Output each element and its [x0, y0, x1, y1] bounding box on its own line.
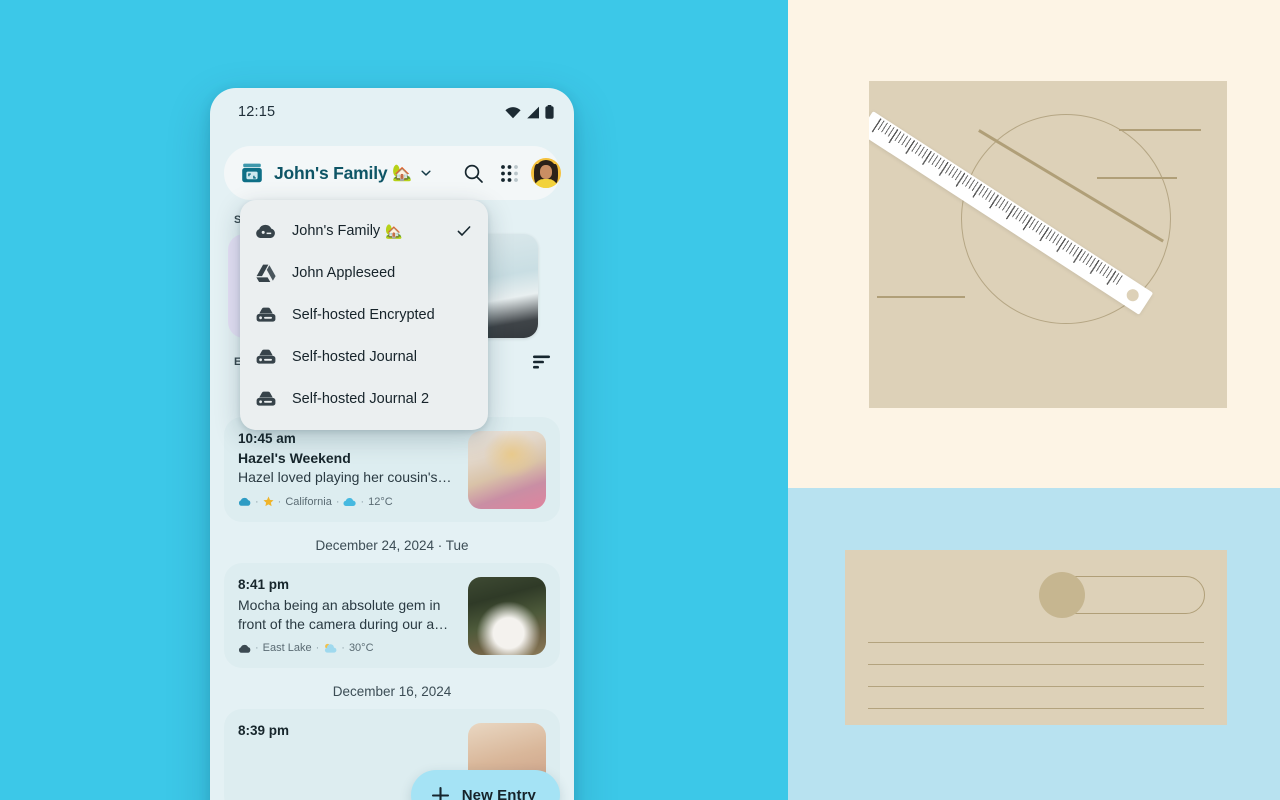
- search-button[interactable]: [455, 155, 491, 191]
- menu-item-john-appleseed[interactable]: John Appleseed: [240, 252, 488, 294]
- menu-item-self-hosted-encrypted[interactable]: Self-hosted Encrypted: [240, 294, 488, 336]
- menu-item-label: John's Family: [292, 223, 381, 239]
- cloud-synced-icon: [238, 497, 251, 506]
- entry-time: 8:41 pm: [238, 577, 290, 592]
- entry-body: Mocha being an absolute gem in front of …: [238, 597, 449, 632]
- entry-time: 8:39 pm: [238, 723, 290, 738]
- rule-line: [868, 708, 1204, 710]
- plus-icon: [431, 786, 449, 800]
- new-entry-button[interactable]: New Entry: [410, 770, 560, 800]
- meta-separator: ·: [255, 642, 259, 655]
- rule-line: [868, 686, 1204, 688]
- avatar[interactable]: [531, 158, 562, 188]
- menu-item-self-hosted-journal-2[interactable]: Self-hosted Journal 2: [240, 378, 488, 420]
- status-bar: 12:15: [210, 88, 574, 136]
- entry-time: 10:45 am: [238, 431, 296, 446]
- server-icon: [256, 391, 276, 406]
- journal-selector-menu: John's Family 🏡 John Appleseed Self-host…: [240, 200, 488, 430]
- entry-thumbnail[interactable]: [468, 577, 546, 655]
- sun-behind-cloud-icon: [325, 643, 337, 653]
- chevron-down-icon[interactable]: [419, 166, 433, 180]
- entry-thumbnail[interactable]: [468, 431, 546, 509]
- horizontal-line-shape: [1119, 129, 1201, 131]
- meta-separator: ·: [255, 495, 259, 508]
- check-icon: [457, 226, 471, 236]
- horizontal-line-shape: [1097, 177, 1177, 179]
- cellular-signal-icon: [527, 106, 539, 118]
- entry-meta: · East Lake · · 30°C: [238, 642, 456, 654]
- meta-separator: ·: [360, 495, 365, 508]
- rule-line: [868, 642, 1204, 644]
- server-icon: [256, 307, 276, 322]
- app-bar: John's Family 🏡: [224, 146, 562, 200]
- status-time: 12:15: [238, 104, 276, 120]
- entry-body: Hazel loved playing her cousin's…: [238, 469, 452, 485]
- home-emoji-icon: 🏡: [392, 165, 413, 182]
- rule-line: [868, 664, 1204, 666]
- ruler-hole: [1124, 286, 1141, 304]
- battery-icon: [545, 105, 554, 119]
- menu-item-label: Self-hosted Encrypted: [292, 307, 435, 323]
- menu-item-label: Self-hosted Journal 2: [292, 391, 430, 407]
- entry-location: East Lake: [262, 642, 312, 655]
- sort-icon[interactable]: [532, 354, 552, 370]
- google-drive-icon: [256, 264, 276, 282]
- meta-separator: ·: [341, 642, 345, 655]
- entry-card[interactable]: 10:45 am Hazel's Weekend Hazel loved pla…: [224, 417, 560, 522]
- menu-item-self-hosted-journal[interactable]: Self-hosted Journal: [240, 336, 488, 378]
- cloud-icon: [256, 224, 275, 238]
- decorative-panels: [788, 0, 1280, 800]
- note-panel-wrap: [788, 488, 1280, 800]
- toggle-knob-shape: [1039, 572, 1085, 618]
- meta-separator: ·: [315, 642, 320, 655]
- date-header: December 24, 2024 · Tue: [315, 538, 469, 553]
- entry-temperature: 30°C: [348, 642, 374, 655]
- entry-card[interactable]: 8:41 pm Mocha being an absolute gem in f…: [224, 563, 560, 668]
- ruler-illustration-card: [869, 81, 1227, 408]
- meta-separator: ·: [335, 495, 340, 508]
- horizontal-line-shape: [877, 296, 965, 298]
- entry-list: December 30, 2024 · Mon 10:45 am Hazel's…: [210, 376, 574, 800]
- phone-mockup: 12:15 John's Family 🏡 10:45 am Hazel's W…: [210, 88, 574, 800]
- home-emoji-icon: 🏡: [385, 222, 403, 239]
- entry-title: Hazel's Weekend: [238, 450, 351, 466]
- meta-separator: ·: [277, 495, 282, 508]
- new-entry-label: New Entry: [461, 786, 536, 800]
- star-icon: [263, 496, 274, 507]
- cloud-dark-icon: [238, 644, 251, 653]
- entry-meta: · · California · · 12°C: [238, 496, 456, 508]
- app-bar-title: John's Family: [274, 162, 388, 183]
- date-header: December 16, 2024: [332, 684, 452, 699]
- apps-grid-icon: [500, 164, 518, 182]
- menu-item-label: John Appleseed: [292, 265, 396, 281]
- menu-item-label: Self-hosted Journal: [292, 349, 417, 365]
- wifi-icon: [505, 106, 521, 118]
- menu-item-johns-family[interactable]: John's Family 🏡: [240, 210, 488, 252]
- entry-location: California: [285, 495, 332, 508]
- apps-button[interactable]: [491, 155, 527, 191]
- entry-temperature: 12°C: [368, 495, 393, 508]
- search-icon: [464, 164, 483, 183]
- journal-archive-icon: [242, 163, 262, 183]
- cloud-weather-icon: [343, 497, 357, 506]
- server-icon: [256, 349, 276, 364]
- notepad-illustration-card: [845, 550, 1227, 725]
